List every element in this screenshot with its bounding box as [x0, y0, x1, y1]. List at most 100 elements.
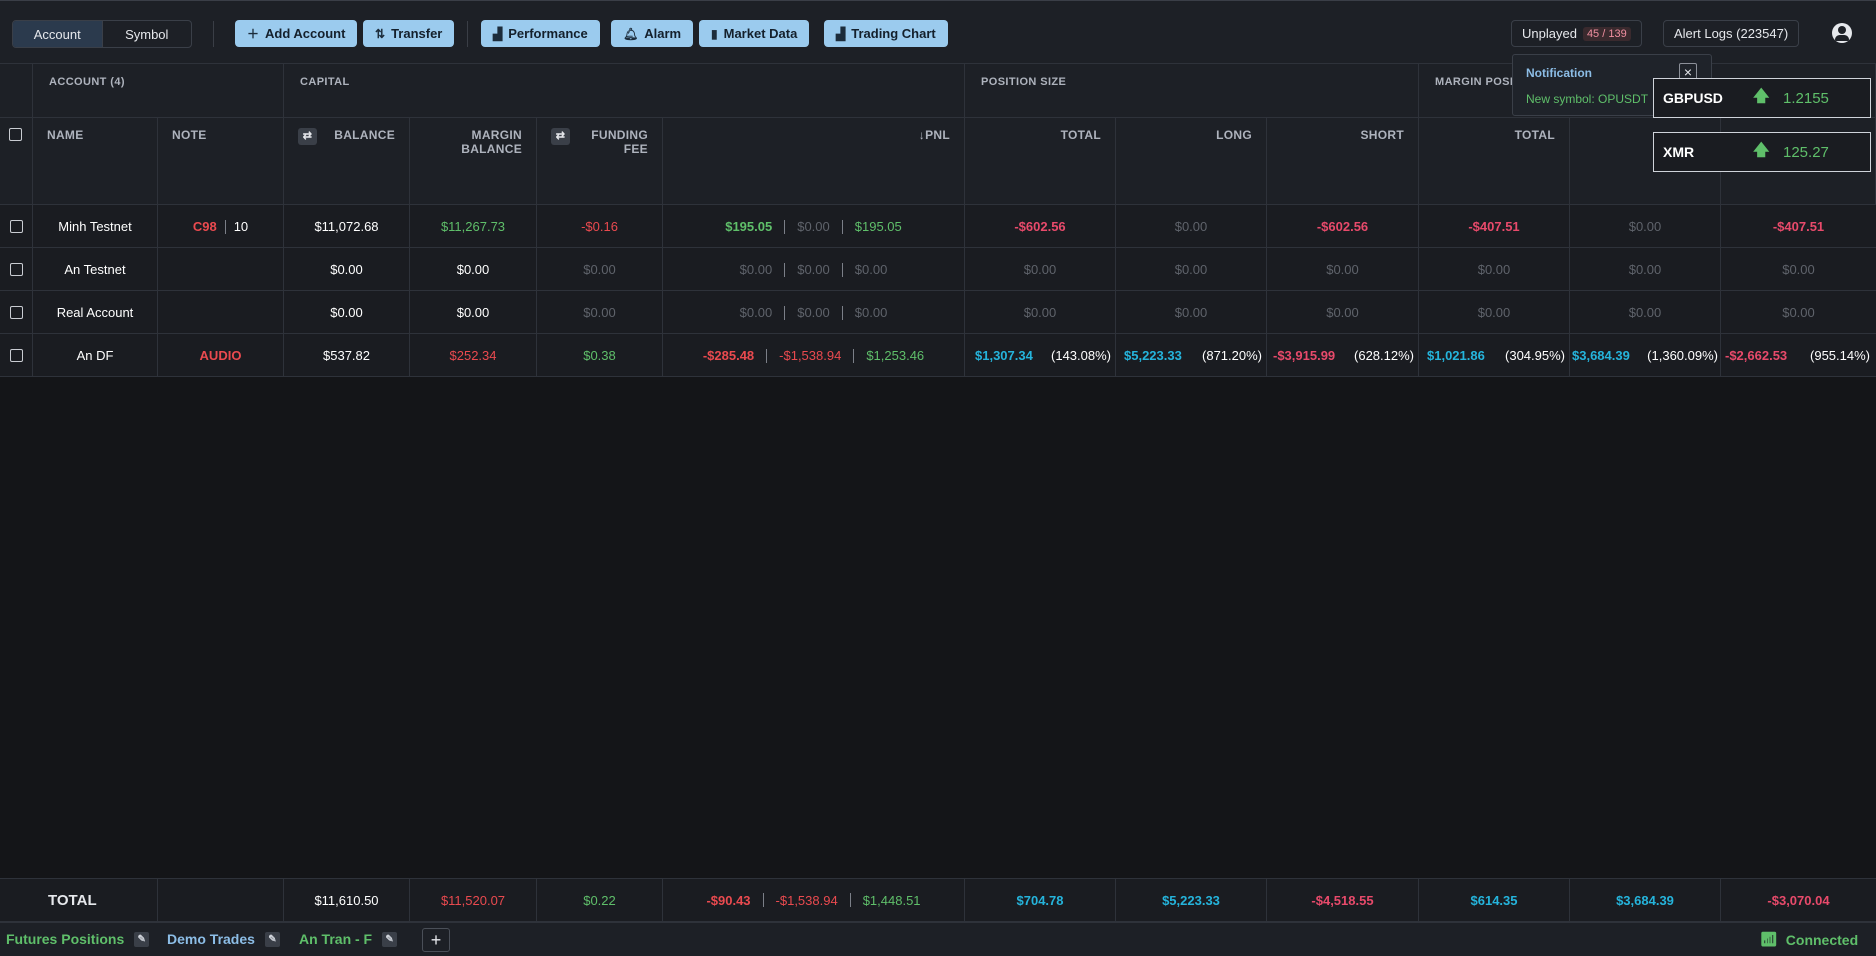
view-tab-account[interactable]: Account: [13, 21, 103, 47]
market-data-button[interactable]: ▮ Market Data: [699, 20, 810, 47]
column-header-note[interactable]: NOTE: [158, 118, 284, 205]
swap-icon[interactable]: ⇄: [298, 128, 317, 145]
separator: [784, 219, 786, 234]
user-avatar-icon[interactable]: [1832, 23, 1852, 43]
pnl-value: -$285.48: [702, 348, 755, 363]
ticker-symbol: XMR: [1663, 144, 1695, 160]
table-row[interactable]: An Testnet $0.00 $0.00 $0.00 $0.00 $0.00…: [0, 248, 1876, 291]
margin-balance-value: $0.00: [410, 291, 537, 334]
trading-chart-button[interactable]: ▟ Trading Chart: [824, 20, 948, 47]
tab-label: An Tran - F: [299, 931, 373, 947]
margin-long-value: $0.00: [1570, 205, 1721, 248]
total-pnl: -$90.43: [706, 892, 751, 908]
margin-total-cell: $1,021.86 (304.95%): [1419, 334, 1570, 377]
column-header-position-short[interactable]: SHORT: [1267, 118, 1419, 205]
margin-short-value: $0.00: [1782, 305, 1815, 320]
trading-chart-label: Trading Chart: [851, 26, 936, 41]
note-cell[interactable]: [158, 291, 284, 334]
account-name[interactable]: Real Account: [33, 291, 158, 334]
funding-fee-value: $0.00: [537, 248, 663, 291]
add-account-button[interactable]: ＋ Add Account: [235, 20, 358, 47]
margin-balance-value: $252.34: [410, 334, 537, 377]
column-header-position-long[interactable]: LONG: [1116, 118, 1267, 205]
unplayed-count-badge: 45 / 139: [1582, 26, 1631, 41]
tab-demo-trades[interactable]: Demo Trades ✎: [167, 931, 280, 947]
add-account-label: Add Account: [265, 26, 346, 41]
table-row[interactable]: Minh Testnet C98 10 $11,072.68 $11,267.7…: [0, 205, 1876, 248]
position-long-value: $0.00: [1116, 248, 1267, 291]
balance-header-label: BALANCE: [334, 128, 395, 142]
performance-label: Performance: [508, 26, 588, 41]
plus-icon: ＋: [247, 27, 260, 41]
table-row[interactable]: Real Account $0.00 $0.00 $0.00 $0.00 $0.…: [0, 291, 1876, 334]
bell-icon: 🔔︎: [623, 26, 639, 41]
arrow-up-icon: 🡅: [1753, 141, 1770, 159]
position-short-value: $0.00: [1267, 291, 1419, 334]
account-name[interactable]: An Testnet: [33, 248, 158, 291]
row-checkbox[interactable]: [9, 220, 23, 233]
pnl-unrealized: $1,253.46: [866, 348, 925, 363]
group-header-account: ACCOUNT (4): [33, 64, 284, 118]
unplayed-button[interactable]: Unplayed 45 / 139: [1511, 20, 1642, 47]
view-tab-symbol[interactable]: Symbol: [103, 21, 192, 47]
add-tab-button[interactable]: +: [422, 928, 450, 952]
column-header-name[interactable]: NAME: [33, 118, 158, 205]
column-header-pnl[interactable]: ↓PNL: [663, 118, 965, 205]
margin-total-value: $1,021.86: [1427, 348, 1485, 363]
margin-long-pct: (1,360.09%): [1647, 348, 1718, 363]
funding-fee-value: $0.38: [537, 334, 663, 377]
bar-chart-icon: ▮: [711, 26, 718, 41]
pnl-realized: $0.00: [797, 305, 830, 320]
table-row[interactable]: An DF AUDIO $537.82 $252.34 $0.38 -$285.…: [0, 334, 1876, 377]
table-empty-area: [0, 377, 1876, 878]
separator: [849, 893, 851, 907]
column-header-margin-balance[interactable]: MARGIN BALANCE: [410, 118, 537, 205]
funding-fee-value: $0.00: [537, 291, 663, 334]
pnl-cell: -$285.48 -$1,538.94 $1,253.46: [663, 334, 965, 377]
row-checkbox[interactable]: [9, 349, 23, 362]
ticker-card[interactable]: GBPUSD 🡅 1.2155: [1653, 78, 1871, 118]
edit-icon[interactable]: ✎: [134, 931, 150, 947]
alert-logs-label: Alert Logs (223547): [1674, 26, 1789, 41]
tab-futures-positions[interactable]: Futures Positions ✎: [6, 931, 150, 947]
note-tag[interactable]: AUDIO: [158, 334, 284, 377]
margin-balance-header-line1: MARGIN: [471, 128, 522, 142]
position-long-value: $0.00: [1116, 291, 1267, 334]
separator: [841, 262, 843, 277]
note-cell[interactable]: C98 10: [158, 205, 284, 248]
total-margin-long: $3,684.39: [1570, 879, 1721, 921]
wifi-icon: 📶︎: [1760, 931, 1778, 947]
column-header-position-total[interactable]: TOTAL: [965, 118, 1116, 205]
column-header-balance[interactable]: ⇄ BALANCE: [284, 118, 410, 205]
column-header-funding-fee[interactable]: ⇄ FUNDING FEE: [537, 118, 663, 205]
group-header-position-size: POSITION SIZE: [965, 64, 1419, 118]
position-short-pct: (628.12%): [1354, 348, 1414, 363]
edit-icon[interactable]: ✎: [382, 931, 398, 947]
performance-button[interactable]: ▟ Performance: [481, 20, 600, 47]
unplayed-label: Unplayed: [1522, 26, 1577, 41]
pnl-unrealized: $0.00: [854, 305, 888, 320]
position-long-pct: (871.20%): [1202, 348, 1262, 363]
row-checkbox[interactable]: [9, 263, 23, 276]
pnl-realized: $0.00: [797, 219, 830, 234]
row-checkbox[interactable]: [9, 306, 23, 319]
separator: [784, 262, 786, 277]
market-data-label: Market Data: [723, 26, 798, 41]
ticker-card[interactable]: XMR 🡅 125.27: [1653, 132, 1871, 172]
swap-icon[interactable]: ⇄: [551, 128, 570, 145]
column-header-margin-total[interactable]: TOTAL: [1419, 118, 1570, 205]
separator: [784, 305, 786, 320]
alert-logs-button[interactable]: Alert Logs (223547): [1663, 20, 1800, 47]
tab-an-tran-f[interactable]: An Tran - F ✎: [299, 931, 398, 947]
account-name[interactable]: An DF: [33, 334, 158, 377]
alarm-button[interactable]: 🔔︎ Alarm: [611, 20, 694, 47]
margin-short-cell: -$2,662.53 (955.14%): [1721, 334, 1876, 377]
edit-icon[interactable]: ✎: [264, 931, 280, 947]
position-total-value: $1,307.34: [975, 348, 1033, 363]
select-all-checkbox[interactable]: [9, 128, 22, 141]
note-cell[interactable]: [158, 248, 284, 291]
transfer-button[interactable]: ⇅ Transfer: [363, 20, 455, 47]
position-total-value: -$602.56: [965, 205, 1116, 248]
account-name[interactable]: Minh Testnet: [33, 205, 158, 248]
total-row: TOTAL $11,610.50 $11,520.07 $0.22 -$90.4…: [0, 878, 1876, 922]
